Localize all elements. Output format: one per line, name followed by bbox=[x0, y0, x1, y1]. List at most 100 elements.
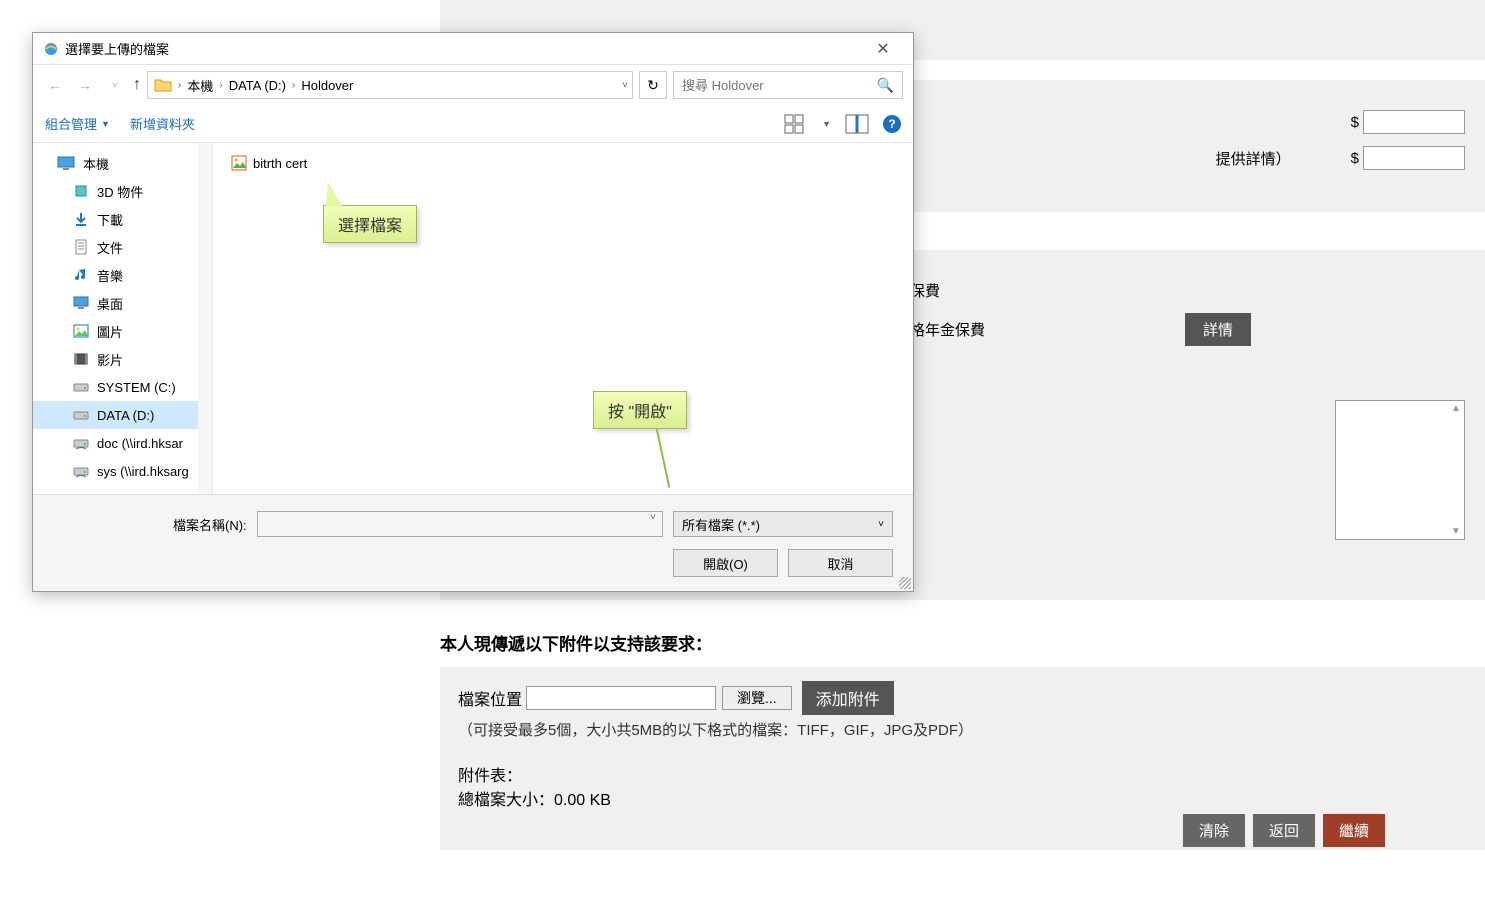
folder-icon bbox=[154, 77, 172, 93]
tree-item[interactable]: 桌面 bbox=[33, 289, 212, 317]
file-list[interactable]: bitrth cert 選擇檔案 按 "開啟" bbox=[213, 143, 913, 494]
tree-item[interactable]: 影片 bbox=[33, 345, 212, 373]
new-folder-button[interactable]: 新增資料夾 bbox=[130, 114, 195, 133]
textarea[interactable]: ▲ ▼ bbox=[1335, 400, 1465, 540]
tree-item-label: sys (\\ird.hksarg bbox=[97, 464, 189, 479]
total-file-size: 總檔案大小：0.00 KB bbox=[458, 786, 1467, 810]
nav-forward-icon: → bbox=[73, 73, 97, 97]
breadcrumb-item[interactable]: 本機 bbox=[187, 76, 213, 95]
tree-item[interactable]: 文件 bbox=[33, 233, 212, 261]
chevron-down-icon[interactable]: ▼ bbox=[822, 119, 831, 129]
footer-buttons: 清除 返回 繼續 bbox=[440, 810, 1485, 850]
drive-icon bbox=[73, 407, 89, 423]
filename-input[interactable]: ˅ bbox=[257, 511, 663, 537]
breadcrumb[interactable]: › 本機 › DATA (D:) › Holdover ˅ bbox=[147, 71, 633, 99]
netdrive-icon bbox=[73, 435, 89, 451]
tree-item-label: 音樂 bbox=[97, 266, 123, 285]
currency-symbol: $ bbox=[1351, 114, 1359, 131]
view-mode-icon[interactable] bbox=[784, 114, 808, 134]
tree-item-label: 文件 bbox=[97, 238, 123, 257]
file-path-input[interactable] bbox=[526, 686, 716, 710]
document-icon bbox=[73, 239, 89, 255]
navigation-tree: 本機 3D 物件下載文件音樂桌面圖片影片 SYSTEM (C:) DATA (D:)… bbox=[33, 143, 213, 494]
tree-item[interactable]: 3D 物件 bbox=[33, 177, 212, 205]
tree-item[interactable]: 音樂 bbox=[33, 261, 212, 289]
tree-item[interactable]: 下載 bbox=[33, 205, 212, 233]
scroll-down-icon[interactable]: ▼ bbox=[1451, 526, 1461, 537]
tree-item-label: 3D 物件 bbox=[97, 182, 143, 201]
file-open-dialog: 選擇要上傳的檔案 ✕ ← → ˅ ↑ › 本機 › DATA (D:) › Ho… bbox=[32, 32, 914, 592]
picture-icon bbox=[73, 323, 89, 339]
download-icon bbox=[73, 211, 89, 227]
scrollbar[interactable]: ▲ ▼ bbox=[1448, 401, 1464, 539]
continue-button[interactable]: 繼續 bbox=[1323, 814, 1385, 847]
filename-label: 檔案名稱(N): bbox=[173, 515, 247, 534]
tree-item[interactable]: sys (\\ird.hksarg bbox=[33, 457, 212, 485]
open-button[interactable]: 開啟(O) bbox=[673, 549, 778, 577]
detail-label: 提供詳情） bbox=[1216, 148, 1291, 169]
organize-button[interactable]: 組合管理▼ bbox=[45, 114, 110, 133]
drive-icon bbox=[73, 379, 89, 395]
image-file-icon bbox=[231, 155, 247, 171]
chevron-down-icon[interactable]: ˅ bbox=[650, 512, 656, 523]
tree-root-this-pc[interactable]: 本機 bbox=[33, 149, 212, 177]
dialog-title: 選擇要上傳的檔案 bbox=[65, 39, 863, 58]
chevron-down-icon: ▼ bbox=[101, 119, 110, 129]
back-button[interactable]: 返回 bbox=[1253, 814, 1315, 847]
tree-item-label: 下載 bbox=[97, 210, 123, 229]
pc-icon bbox=[57, 156, 75, 170]
desktop-icon bbox=[73, 295, 89, 311]
upload-title: 本人現傳遞以下附件以支持該要求： bbox=[440, 630, 1485, 655]
ie-icon bbox=[43, 41, 59, 57]
details-button[interactable]: 詳情 bbox=[1185, 313, 1251, 346]
upload-hint: （可接受最多5個，大小共5MB的以下格式的檔案：TIFF，GIF，JPG及PDF… bbox=[458, 719, 1467, 740]
file-location-label: 檔案位置 bbox=[458, 686, 522, 710]
chevron-down-icon[interactable]: ˅ bbox=[622, 80, 628, 91]
tree-item-label: doc (\\ird.hksar bbox=[97, 436, 183, 451]
tree-item-label: SYSTEM (C:) bbox=[97, 380, 176, 395]
chevron-right-icon: › bbox=[215, 80, 226, 91]
file-type-filter[interactable]: 所有檔案 (*.*) ˅ bbox=[673, 511, 893, 537]
help-icon[interactable]: ? bbox=[883, 115, 901, 133]
amount-input-2[interactable] bbox=[1363, 146, 1465, 170]
chevron-down-icon: ˅ bbox=[878, 519, 884, 530]
currency-symbol: $ bbox=[1351, 150, 1359, 167]
close-button[interactable]: ✕ bbox=[863, 39, 903, 59]
nav-up-icon[interactable]: ↑ bbox=[133, 76, 141, 94]
upload-section: 本人現傳遞以下附件以支持該要求： 檔案位置 瀏覽... 添加附件 （可接受最多5… bbox=[440, 630, 1485, 828]
nav-back-icon: ← bbox=[43, 73, 67, 97]
tree-item[interactable]: 圖片 bbox=[33, 317, 212, 345]
tree-item[interactable]: SYSTEM (C:) bbox=[33, 373, 212, 401]
callout-select-file: 選擇檔案 bbox=[323, 205, 417, 243]
tree-scrollbar[interactable] bbox=[198, 143, 212, 494]
tree-item[interactable]: DATA (D:) bbox=[33, 401, 212, 429]
video-icon bbox=[73, 351, 89, 367]
file-item[interactable]: bitrth cert bbox=[227, 153, 899, 173]
scroll-up-icon[interactable]: ▲ bbox=[1451, 403, 1461, 414]
search-input-wrap[interactable]: 🔍 bbox=[673, 71, 903, 99]
nav-recent-icon[interactable]: ˅ bbox=[103, 73, 127, 97]
preview-pane-icon[interactable] bbox=[845, 114, 869, 134]
chevron-right-icon: › bbox=[174, 80, 185, 91]
chevron-right-icon: › bbox=[288, 80, 299, 91]
cancel-button[interactable]: 取消 bbox=[788, 549, 893, 577]
resize-grip[interactable] bbox=[899, 577, 911, 589]
breadcrumb-item[interactable]: DATA (D:) bbox=[229, 78, 286, 93]
tree-item[interactable]: doc (\\ird.hksar bbox=[33, 429, 212, 457]
search-input[interactable] bbox=[682, 78, 877, 93]
tree-item-label: 桌面 bbox=[97, 294, 123, 313]
amount-input-1[interactable] bbox=[1363, 110, 1465, 134]
add-attachment-button[interactable]: 添加附件 bbox=[802, 681, 894, 715]
tree-item-label: 影片 bbox=[97, 350, 123, 369]
browse-button[interactable]: 瀏覽... bbox=[722, 686, 792, 710]
search-icon: 🔍 bbox=[877, 77, 894, 94]
netdrive-icon bbox=[73, 463, 89, 479]
breadcrumb-item[interactable]: Holdover bbox=[301, 78, 353, 93]
music-icon bbox=[73, 267, 89, 283]
refresh-button[interactable]: ↻ bbox=[639, 71, 667, 99]
tree-item-label: 圖片 bbox=[97, 322, 123, 341]
insurance-label-1: 保費 bbox=[910, 280, 940, 301]
file-name: bitrth cert bbox=[253, 156, 307, 171]
clear-button[interactable]: 清除 bbox=[1183, 814, 1245, 847]
cube-icon bbox=[73, 183, 89, 199]
